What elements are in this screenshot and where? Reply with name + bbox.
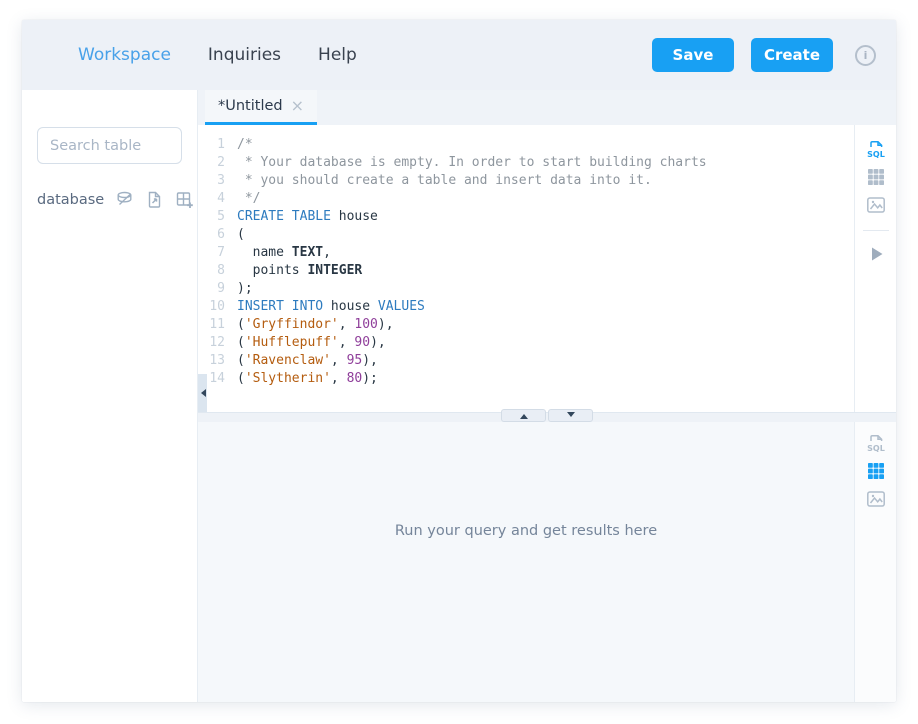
results-toolbar: SQL [854,422,896,702]
main-panel: *Untitled × 1/*2 * Your database is empt… [198,90,896,702]
collapse-sidebar-handle[interactable] [198,374,207,412]
panel-divider[interactable] [198,412,896,422]
editor-section: 1/*2 * Your database is empty. In order … [198,125,896,412]
database-label[interactable]: database [37,192,104,208]
code-line: 9); [198,280,854,298]
save-button[interactable]: Save [652,38,734,72]
code-line: 14('Slytherin', 80); [198,370,854,388]
code-line: 4 */ [198,190,854,208]
sql-editor[interactable]: 1/*2 * Your database is empty. In order … [198,125,854,412]
table-icon[interactable] [865,166,887,188]
chart-icon[interactable] [865,488,887,510]
tab-bar: *Untitled × [198,90,896,125]
nav-link-inquiries[interactable]: Inquiries [208,45,281,65]
code-line: 11('Gryffindor', 100), [198,316,854,334]
collapse-down-button[interactable] [548,409,593,422]
results-section: Run your query and get results here SQL [198,422,896,702]
chart-icon[interactable] [865,194,887,216]
editor-toolbar: SQL [854,125,896,412]
collapse-up-button[interactable] [501,409,546,422]
svg-text:SQL: SQL [867,444,885,453]
search-input[interactable] [37,127,182,164]
code-line: 12('Hufflepuff', 90), [198,334,854,352]
app-window: Workspace Inquiries Help Save Create i dat… [22,20,896,702]
sql-icon[interactable]: SQL [865,432,887,454]
database-icon[interactable] [115,190,134,209]
code-line: 5CREATE TABLE house [198,208,854,226]
chevron-down-icon [567,412,575,421]
app-header: Workspace Inquiries Help Save Create i [22,20,896,90]
code-line: 7 name TEXT, [198,244,854,262]
divider-controls [501,409,593,422]
add-table-icon[interactable] [175,190,194,209]
header-actions: Save Create i [652,38,876,72]
toolbar-separator [863,230,889,231]
code-line: 10INSERT INTO house VALUES [198,298,854,316]
table-icon[interactable] [865,460,887,482]
code-line: 1/* [198,136,854,154]
close-icon[interactable]: × [291,98,304,114]
app-body: database [22,90,896,702]
code-lines: 1/*2 * Your database is empty. In order … [198,136,854,388]
results-panel: Run your query and get results here [198,422,854,702]
svg-text:SQL: SQL [867,150,885,159]
code-line: 3 * you should create a table and insert… [198,172,854,190]
nav-link-workspace[interactable]: Workspace [78,45,171,65]
nav-link-help[interactable]: Help [318,45,357,65]
tab-untitled[interactable]: *Untitled × [205,90,317,125]
run-icon[interactable] [865,243,887,265]
sidebar: database [22,90,198,702]
sql-icon[interactable]: SQL [865,138,887,160]
tab-label: *Untitled [218,98,283,114]
info-icon[interactable]: i [855,45,876,66]
import-file-icon[interactable] [145,190,164,209]
results-placeholder-text: Run your query and get results here [395,523,657,539]
database-row: database [37,190,182,209]
code-line: 8 points INTEGER [198,262,854,280]
code-line: 6( [198,226,854,244]
chevron-left-icon [198,389,206,397]
code-line: 2 * Your database is empty. In order to … [198,154,854,172]
main-nav: Workspace Inquiries Help [78,45,357,65]
create-button[interactable]: Create [751,38,833,72]
chevron-up-icon [520,410,528,419]
code-line: 13('Ravenclaw', 95), [198,352,854,370]
